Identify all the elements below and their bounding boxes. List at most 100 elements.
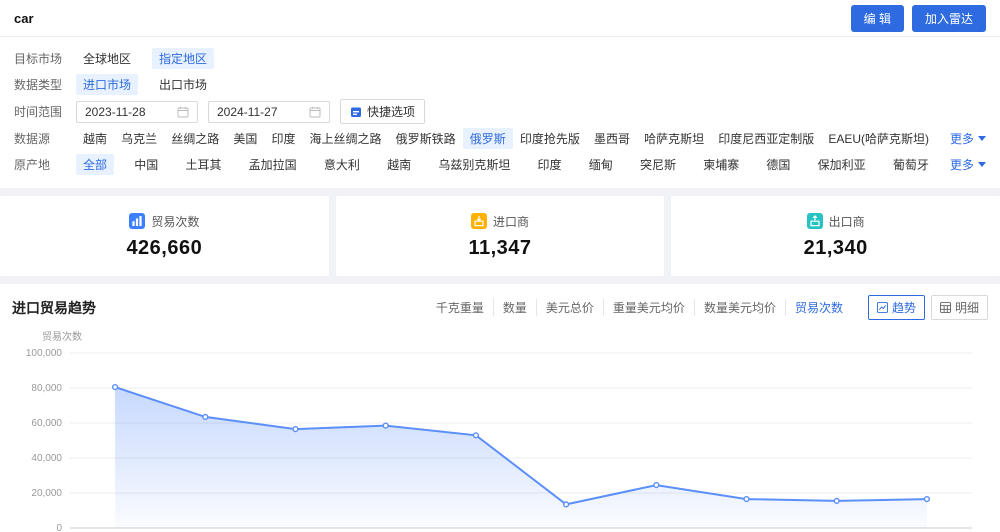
svg-text:20,000: 20,000 (31, 488, 62, 499)
stat-card-header: 贸易次数 (129, 213, 199, 230)
svg-text:60,000: 60,000 (31, 418, 62, 429)
end-date-value: 2024-11-27 (217, 104, 278, 119)
data-source-more-link[interactable]: 更多 (950, 130, 986, 147)
filter-row-target-market: 目标市场 全球地区 指定地区 (14, 47, 986, 70)
y-axis-label: 贸易次数 (42, 332, 82, 343)
data-source-option[interactable]: 印度抢先版 (513, 128, 587, 149)
origin-option[interactable]: 全部 (76, 154, 115, 175)
origin-option[interactable]: 缅甸 (582, 154, 620, 175)
trend-line-chart: 020,00040,00060,00080,000100,0002023-122… (26, 348, 972, 532)
filter-row-data-type: 数据类型 进口市场 出口市场 (14, 73, 986, 96)
data-source-option[interactable]: 俄罗斯铁路 (389, 128, 463, 149)
add-to-radar-button[interactable]: 加入雷达 (911, 4, 986, 32)
data-source-option[interactable]: 美国 (226, 128, 264, 149)
stat-label: 出口商 (828, 214, 865, 229)
data-source-option[interactable]: 印度 (264, 128, 302, 149)
data-source-label: 数据源 (14, 132, 51, 146)
filter-panel: 目标市场 全球地区 指定地区 数据类型 进口市场 出口市场 时间范围 2023-11… (0, 37, 1000, 188)
stat-card: 贸易次数 426,660 (0, 196, 329, 276)
origin-option[interactable]: 柬埔寨 (696, 154, 746, 175)
stat-card: 进口商 11,347 (335, 196, 665, 276)
chart-header: 进口贸易趋势 千克重量 数量 美元总价 重量美元均价 数量美元均价 贸易次数 趋势 明细 (12, 295, 988, 320)
origin-option[interactable]: 保加利亚 (811, 154, 873, 175)
stat-label: 进口商 (493, 214, 530, 229)
filter-row-time-range: 时间范围 2023-11-28 2024-11-27 快捷选项 (14, 99, 986, 124)
data-type-label: 数据类型 (14, 78, 63, 92)
target-market-option[interactable]: 全球地区 (76, 48, 138, 69)
data-source-option[interactable]: 哈萨克斯坦 (637, 128, 711, 149)
svg-text:100,000: 100,000 (26, 348, 63, 359)
data-source-option[interactable]: EAEU(哈萨克斯坦) (821, 128, 936, 149)
trend-view-button[interactable]: 趋势 (867, 295, 925, 320)
quick-options-button[interactable]: 快捷选项 (340, 99, 426, 124)
data-type-option[interactable]: 出口市场 (152, 74, 214, 95)
origin-option[interactable]: 德国 (759, 154, 797, 175)
edit-button[interactable]: 编 辑 (850, 4, 904, 32)
metric-tab[interactable]: 数量美元均价 (693, 299, 785, 316)
metric-tab[interactable]: 千克重量 (427, 299, 493, 316)
table-icon (939, 302, 951, 313)
origin-option[interactable]: 葡萄牙 (886, 154, 936, 175)
metric-tabs: 千克重量 数量 美元总价 重量美元均价 数量美元均价 贸易次数 (427, 299, 852, 316)
svg-text:80,000: 80,000 (31, 383, 62, 394)
calendar-icon (177, 106, 189, 117)
topbar-actions: 编 辑 加入雷达 (850, 4, 986, 32)
chart-panel: 进口贸易趋势 千克重量 数量 美元总价 重量美元均价 数量美元均价 贸易次数 趋势 明细 … (0, 284, 1000, 532)
data-source-option[interactable]: 丝绸之路 (164, 128, 226, 149)
time-range-label: 时间范围 (14, 105, 63, 119)
data-source-option[interactable]: 海上丝绸之路 (303, 128, 389, 149)
data-source-option[interactable]: 乌克兰 (114, 128, 164, 149)
importer-icon (471, 213, 487, 229)
data-type-option[interactable]: 进口市场 (76, 74, 139, 95)
detail-view-button[interactable]: 明细 (930, 295, 988, 320)
data-source-option[interactable]: 俄罗斯 (462, 128, 513, 149)
stat-label: 贸易次数 (151, 214, 200, 229)
data-source-option[interactable]: 越南 (76, 128, 114, 149)
origin-option[interactable]: 印度 (531, 154, 569, 175)
start-date-value: 2023-11-28 (85, 104, 146, 119)
start-date-input[interactable]: 2023-11-28 (76, 100, 198, 123)
origin-option[interactable]: 意大利 (317, 154, 367, 175)
metric-tab[interactable]: 重量美元均价 (602, 299, 694, 316)
origin-option[interactable]: 乌兹别克斯坦 (431, 154, 517, 175)
origin-option[interactable]: 孟加拉国 (242, 154, 304, 175)
svg-text:40,000: 40,000 (31, 453, 62, 464)
more-label: 更多 (949, 158, 974, 172)
origin-option[interactable]: 越南 (380, 154, 418, 175)
stat-card-header: 出口商 (806, 213, 865, 230)
stat-card-header: 进口商 (471, 213, 529, 230)
origin-option[interactable]: 中国 (127, 154, 165, 175)
metric-tab[interactable]: 贸易次数 (784, 299, 852, 316)
exporter-icon (806, 213, 823, 229)
topbar: car 编 辑 加入雷达 (0, 0, 1000, 37)
origin-label: 原产地 (14, 158, 51, 172)
origin-more-link[interactable]: 更多 (950, 156, 986, 173)
detail-button-label: 明细 (954, 301, 979, 315)
svg-text:0: 0 (56, 523, 62, 532)
calendar-icon (309, 106, 321, 117)
end-date-input[interactable]: 2024-11-27 (208, 100, 330, 123)
chart-controls: 千克重量 数量 美元总价 重量美元均价 数量美元均价 贸易次数 趋势 明细 (427, 295, 988, 320)
filter-row-data-source: 数据源 越南 乌克兰 丝绸之路 美国 印度 海上丝绸之路 俄罗斯铁路 俄罗斯 印度抢先版 墨西哥哈… (14, 127, 986, 150)
more-label: 更多 (949, 132, 974, 146)
data-source-option[interactable]: 墨西哥 (587, 128, 637, 149)
trend-button-label: 趋势 (891, 301, 916, 315)
page-title: car (14, 10, 34, 26)
chevron-down-icon (978, 162, 986, 167)
data-source-option[interactable]: 印度尼西亚定制版 (711, 128, 821, 149)
line-chart-icon (876, 302, 888, 313)
origin-option[interactable]: 突尼斯 (633, 154, 683, 175)
stat-card: 出口商 21,340 (671, 196, 1000, 276)
target-market-label: 目标市场 (14, 52, 63, 66)
stat-value: 11,347 (468, 236, 532, 259)
origin-option[interactable]: 土耳其 (178, 154, 228, 175)
target-market-options: 全球地区 指定地区 (76, 48, 228, 69)
chart-title: 进口贸易趋势 (12, 299, 96, 316)
metric-tab[interactable]: 美元总价 (535, 299, 603, 316)
chevron-down-icon (978, 136, 986, 141)
metric-tab[interactable]: 数量 (492, 299, 536, 316)
bar-chart-icon (129, 213, 146, 229)
quick-options-label: 快捷选项 (367, 105, 416, 119)
calendar-icon (351, 107, 361, 117)
target-market-option[interactable]: 指定地区 (152, 48, 215, 69)
